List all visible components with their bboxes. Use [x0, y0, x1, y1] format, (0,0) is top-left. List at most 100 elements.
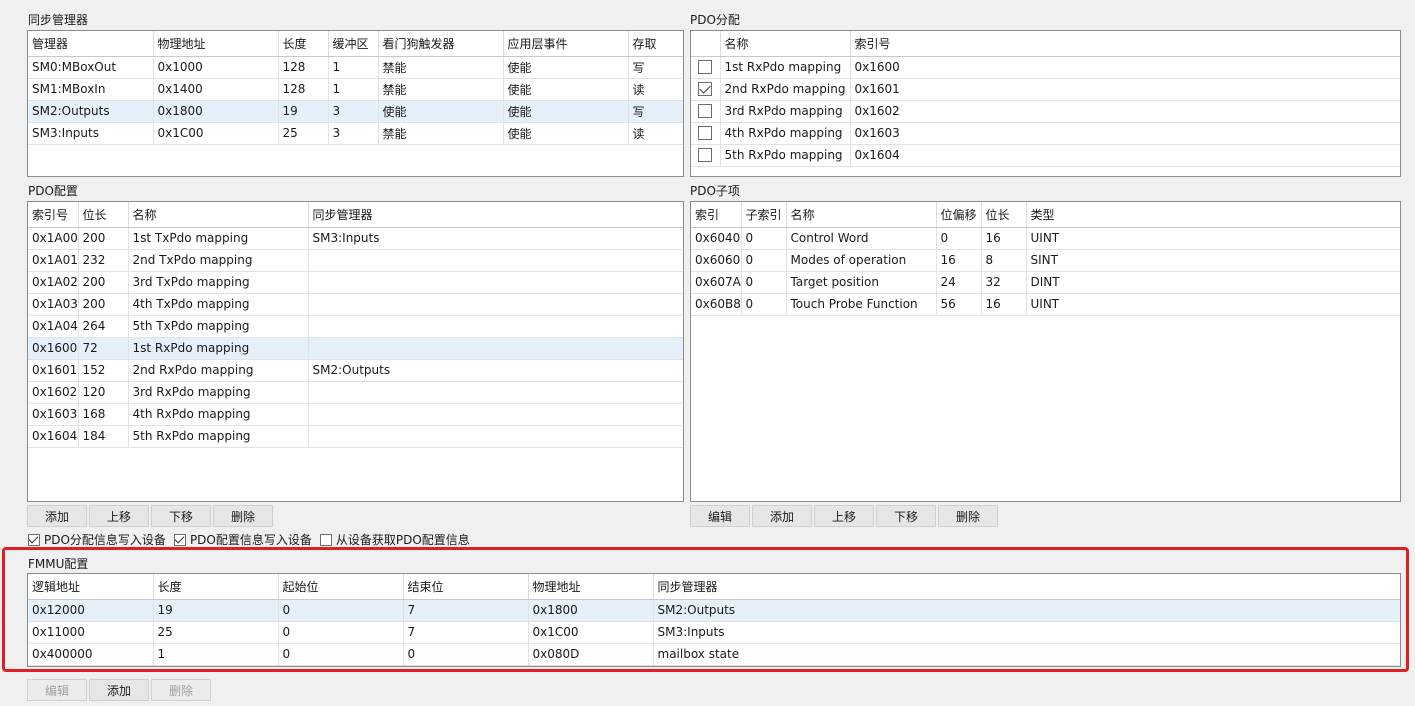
- table-row[interactable]: 0x400000 1 0 0 0x080D mailbox state: [28, 643, 1400, 666]
- table-cell: 3rd RxPdo mapping: [720, 100, 851, 123]
- table-cell: 写: [628, 56, 683, 79]
- column-header[interactable]: 管理器: [28, 31, 154, 57]
- table-row[interactable]: 1st RxPdo mapping 0x1600: [691, 56, 1400, 79]
- assign-checkbox[interactable]: [698, 104, 713, 119]
- assign-checkbox[interactable]: [698, 148, 713, 163]
- column-header[interactable]: 索引号: [28, 202, 79, 228]
- checkbox-cell[interactable]: [691, 56, 721, 79]
- toolbar-button[interactable]: 删除: [151, 679, 211, 701]
- table-cell: 232: [78, 249, 129, 272]
- column-header[interactable]: 存取: [628, 31, 683, 57]
- toolbar-button[interactable]: 下移: [151, 505, 211, 527]
- table-cell: 25: [278, 122, 329, 145]
- checkbox-box[interactable]: [28, 533, 40, 546]
- sync-manager-table[interactable]: 管理器 物理地址 长度 缓冲区 看门狗触发器 应用层事件 存取 SM0:MBoxOut 0x1…: [27, 30, 684, 177]
- column-header[interactable]: 缓冲区: [328, 31, 379, 57]
- column-header[interactable]: 名称: [786, 202, 937, 228]
- sync-manager-title: 同步管理器: [28, 13, 89, 27]
- column-header[interactable]: 同步管理器: [308, 202, 683, 228]
- toolbar-button[interactable]: 编辑: [690, 505, 750, 527]
- option-checkbox[interactable]: PDO配置信息写入设备: [173, 531, 312, 548]
- table-row[interactable]: 4th RxPdo mapping 0x1603: [691, 122, 1400, 145]
- assign-checkbox[interactable]: [698, 126, 713, 141]
- column-header[interactable]: 起始位: [278, 574, 404, 600]
- table-row[interactable]: 2nd RxPdo mapping 0x1601: [691, 78, 1400, 101]
- checkbox-box[interactable]: [173, 533, 186, 546]
- table-row[interactable]: 0x1603 168 4th RxPdo mapping: [28, 403, 683, 426]
- column-header[interactable]: 长度: [153, 574, 279, 600]
- table-row[interactable]: 0x1A03 200 4th TxPdo mapping: [28, 293, 683, 316]
- table-row[interactable]: 3rd RxPdo mapping 0x1602: [691, 100, 1400, 123]
- table-row[interactable]: 5th RxPdo mapping 0x1604: [691, 144, 1400, 167]
- column-header[interactable]: 应用层事件: [503, 31, 629, 57]
- column-header[interactable]: 子索引: [741, 202, 787, 228]
- column-header[interactable]: 名称: [128, 202, 309, 228]
- toolbar-button[interactable]: 编辑: [27, 679, 87, 701]
- table-row[interactable]: 0x11000 25 0 7 0x1C00 SM3:Inputs: [28, 621, 1400, 644]
- column-header[interactable]: 结束位: [403, 574, 529, 600]
- table-row[interactable]: 0x12000 19 0 7 0x1800 SM2:Outputs: [28, 599, 1400, 622]
- toolbar-button[interactable]: 下移: [876, 505, 936, 527]
- table-cell: 200: [78, 271, 129, 294]
- table-cell: Control Word: [786, 227, 937, 250]
- table-row[interactable]: 0x1602 120 3rd RxPdo mapping: [28, 381, 683, 404]
- table-row[interactable]: SM2:Outputs 0x1800 19 3 使能 使能写: [28, 100, 683, 123]
- table-row[interactable]: 0x6040 0 Control Word 0 16 UINT: [691, 227, 1400, 250]
- toolbar-button[interactable]: 上移: [814, 505, 874, 527]
- toolbar-button[interactable]: 上移: [89, 505, 149, 527]
- table-row[interactable]: 0x1601 152 2nd RxPdo mapping SM2:Outputs: [28, 359, 683, 382]
- column-header[interactable]: [691, 31, 721, 57]
- toolbar-button[interactable]: 删除: [938, 505, 998, 527]
- column-header[interactable]: 位长: [78, 202, 129, 228]
- pdo-assign-table[interactable]: 名称 索引号 1st RxPdo mapping 0x1600 2nd RxPdo m…: [690, 30, 1401, 177]
- pdo-entries-table[interactable]: 索引 子索引 名称 位偏移 位长 类型 0x6040 0 Control Word 0 16 UIN…: [690, 201, 1401, 502]
- table-cell: 0: [741, 227, 787, 250]
- option-label: 从设备获取PDO配置信息: [335, 533, 470, 547]
- table-row[interactable]: 0x60B8 0 Touch Probe Function 56 16 UINT: [691, 293, 1400, 316]
- table-cell: 使能: [503, 122, 629, 145]
- fmmu-table[interactable]: 逻辑地址 长度 起始位 结束位 物理地址 同步管理器 0x12000 19 0 7 0x1800 S…: [27, 573, 1401, 667]
- checkbox-cell[interactable]: [691, 144, 721, 167]
- table-row[interactable]: 0x1A00 200 1st TxPdo mapping SM3:Inputs: [28, 227, 683, 250]
- table-row[interactable]: 0x1A02 200 3rd TxPdo mapping: [28, 271, 683, 294]
- table-cell: 3: [328, 100, 379, 123]
- column-header[interactable]: 同步管理器: [653, 574, 1400, 600]
- toolbar-button[interactable]: 添加: [27, 505, 87, 527]
- table-cell: 0x60B8: [691, 293, 742, 316]
- column-header[interactable]: 物理地址: [153, 31, 279, 57]
- table-row[interactable]: 0x1A04 264 5th TxPdo mapping: [28, 315, 683, 338]
- assign-checkbox[interactable]: [698, 82, 713, 97]
- column-header[interactable]: 物理地址: [528, 574, 654, 600]
- table-row[interactable]: 0x1A01 232 2nd TxPdo mapping: [28, 249, 683, 272]
- table-row[interactable]: SM3:Inputs 0x1C00 25 3 禁能 使能读: [28, 122, 683, 145]
- column-header[interactable]: 位长: [981, 202, 1027, 228]
- column-header[interactable]: 看门狗触发器: [378, 31, 504, 57]
- option-checkbox[interactable]: 从设备获取PDO配置信息: [319, 531, 470, 548]
- column-header[interactable]: 长度: [278, 31, 329, 57]
- checkbox-cell[interactable]: [691, 100, 721, 123]
- option-checkbox[interactable]: PDO分配信息写入设备: [28, 531, 166, 548]
- checkbox-cell[interactable]: [691, 122, 721, 145]
- column-header[interactable]: 逻辑地址: [28, 574, 154, 600]
- table-row[interactable]: SM0:MBoxOut 0x1000 128 1 禁能 使能写: [28, 56, 683, 79]
- table-cell: SM3:Inputs: [308, 227, 683, 250]
- table-row[interactable]: 0x6060 0 Modes of operation 16 8 SINT: [691, 249, 1400, 272]
- toolbar-button[interactable]: 删除: [213, 505, 273, 527]
- table-row[interactable]: 0x1604 184 5th RxPdo mapping: [28, 425, 683, 448]
- table-row[interactable]: 0x607A 0 Target position 24 32 DINT: [691, 271, 1400, 294]
- table-cell: 3rd RxPdo mapping: [128, 381, 309, 404]
- table-row[interactable]: 0x1600 72 1st RxPdo mapping: [28, 337, 683, 360]
- toolbar-button[interactable]: 添加: [89, 679, 149, 701]
- column-header[interactable]: 索引号: [850, 31, 1400, 57]
- table-cell: 禁能: [378, 56, 504, 79]
- column-header[interactable]: 名称: [720, 31, 851, 57]
- assign-checkbox[interactable]: [698, 60, 713, 75]
- toolbar-button[interactable]: 添加: [752, 505, 812, 527]
- pdo-config-table[interactable]: 索引号 位长 名称 同步管理器 0x1A00 200 1st TxPdo mapping S…: [27, 201, 684, 502]
- column-header[interactable]: 索引: [691, 202, 742, 228]
- column-header[interactable]: 位偏移: [936, 202, 982, 228]
- column-header[interactable]: 类型: [1026, 202, 1400, 228]
- checkbox-cell[interactable]: [691, 78, 721, 101]
- checkbox-box[interactable]: [319, 533, 332, 546]
- table-row[interactable]: SM1:MBoxIn 0x1400 128 1 禁能 使能读: [28, 78, 683, 101]
